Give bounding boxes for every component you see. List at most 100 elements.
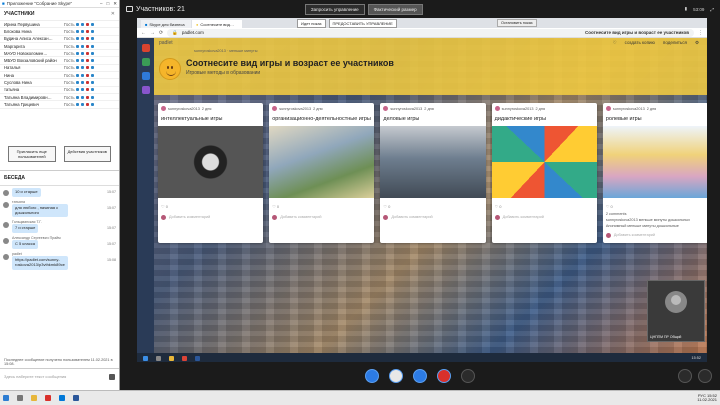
participants-button[interactable]: [698, 369, 712, 383]
add-comment[interactable]: Добавить комментарий: [380, 211, 485, 225]
like-button[interactable]: ♡ 0: [269, 202, 374, 211]
chat-compose[interactable]: Здесь наберите текст сообщения: [0, 368, 119, 384]
hang-up-button[interactable]: [437, 369, 451, 383]
participant-row[interactable]: Суслова Нина Гость: [0, 79, 119, 87]
request-control-button[interactable]: Запросить управление: [304, 3, 365, 15]
tab-padlet[interactable]: ● Соотнесите вид…: [192, 20, 242, 28]
padlet-card[interactable]: sunnyroskova2013 2 дня организационно-деят…: [269, 103, 375, 243]
like-button[interactable]: ♡ 0: [380, 202, 485, 211]
like-button[interactable]: ♡ 0: [492, 202, 597, 211]
participant-row[interactable]: Наталья Гость: [0, 65, 119, 73]
participant-row[interactable]: Блохова Нина Гость: [0, 28, 119, 36]
card-image[interactable]: [602, 125, 707, 198]
participant-row[interactable]: Нина Гость: [0, 72, 119, 80]
card-image[interactable]: [158, 125, 264, 198]
padlet-card[interactable]: sunnyroskova2013 2 дня интеллектуальные иг…: [158, 103, 264, 243]
screen-share-area: Участников: 21 Запросить управление Факт…: [120, 0, 720, 390]
collapse-icon[interactable]: ✕: [111, 11, 115, 17]
card-time: 2 дня: [646, 106, 657, 111]
add-comment[interactable]: Добавить комментарий: [492, 211, 597, 225]
participant-row[interactable]: Татьяна Грицевич Гость: [0, 101, 119, 109]
like-button[interactable]: ♡ 0: [158, 202, 263, 211]
smiley-icon: [159, 58, 181, 80]
add-comment[interactable]: Добавить комментарий: [603, 229, 707, 243]
message-time: 15:07: [107, 226, 116, 231]
window-title: Приложение "Собрание Skype": [6, 1, 73, 6]
participant-row[interactable]: Ирина Первушина Гость: [0, 21, 119, 29]
explorer-icon[interactable]: [169, 355, 174, 361]
settings-icon[interactable]: ⚙: [695, 40, 699, 46]
skype-icon[interactable]: [59, 395, 65, 401]
participant-row[interactable]: МАУО Новоколомен… Гость: [0, 50, 119, 58]
chrome-icon[interactable]: [182, 355, 187, 361]
tab-skype[interactable]: ■ Skype для бизнеса: [141, 20, 191, 28]
padlet-card[interactable]: sunnyroskova2013 2 дня дидактические игры ♡…: [491, 103, 597, 243]
padlet-card[interactable]: sunnyroskova2013 2 дня деловые игры ♡ 0 Доба…: [380, 103, 486, 243]
apps-icon[interactable]: [141, 86, 150, 94]
add-comment[interactable]: Добавить комментарий: [158, 211, 263, 225]
chat-toggle-button[interactable]: [365, 369, 379, 383]
chat-icon[interactable]: [141, 58, 150, 66]
actual-size-button[interactable]: Фактический размер: [367, 3, 423, 15]
like-board-icon[interactable]: ♡: [613, 40, 617, 46]
maximize-icon[interactable]: □: [107, 1, 110, 7]
participant-name: МБУО Вокзаловский район: [4, 58, 57, 64]
participant-row[interactable]: Татьяна Владимировн… Гость: [0, 94, 119, 102]
add-comment[interactable]: Добавить комментарий: [269, 211, 374, 225]
url-field[interactable]: 🔒 padlet.com Соотнесите вид игры и возра…: [167, 28, 694, 37]
mail-icon[interactable]: [141, 44, 150, 52]
participant-name: Татьяна Владимировн…: [4, 94, 52, 100]
calendar-icon[interactable]: [141, 72, 150, 80]
invite-users-button[interactable]: Пригласить еще пользователей: [8, 146, 56, 162]
message-time: 15:08: [107, 257, 116, 262]
participant-name: Нина: [4, 72, 15, 78]
task-view-icon[interactable]: [17, 395, 23, 401]
stop-share-button[interactable]: Остановить показ: [497, 19, 537, 27]
search-icon[interactable]: [156, 355, 161, 361]
present-button[interactable]: [413, 369, 427, 383]
share-button[interactable]: поделиться: [663, 40, 687, 46]
participant-role: Гость: [64, 80, 75, 86]
send-icon[interactable]: [109, 373, 115, 380]
card-title: организационно-деятельностные игры: [272, 116, 371, 122]
card-image[interactable]: [269, 125, 375, 198]
participant-role: Гость: [64, 101, 75, 107]
add-comment-label: Добавить комментарий: [502, 215, 544, 219]
explorer-icon[interactable]: [31, 395, 37, 401]
back-icon[interactable]: ←: [141, 30, 146, 36]
menu-icon[interactable]: ⋮: [698, 30, 703, 36]
url-domain: padlet.com: [181, 29, 204, 35]
yandex-icon[interactable]: [45, 395, 51, 401]
card-image[interactable]: [380, 125, 486, 198]
word-icon[interactable]: [195, 355, 200, 361]
give-control-button[interactable]: ПРЕДОСТАВИТЬ УПРАВЛЕНИЕ: [328, 19, 397, 28]
participant-row[interactable]: Маргарита Гость: [0, 43, 119, 51]
reload-icon[interactable]: ⟳: [159, 30, 163, 36]
video-tile[interactable]: ЦНППМ ПР Общий: [647, 280, 705, 342]
add-comment-label: Добавить комментарий: [280, 215, 322, 219]
participant-actions-button[interactable]: Действия участников: [63, 146, 111, 162]
mute-button[interactable]: [389, 369, 403, 383]
fullscreen-icon[interactable]: ⤢: [710, 7, 714, 12]
participant-role: Гость: [64, 87, 75, 93]
card-image[interactable]: [491, 125, 597, 198]
remake-button[interactable]: создать копию: [625, 40, 655, 46]
participant-row[interactable]: Будина Алиса Алексан… Гость: [0, 36, 119, 43]
word-icon[interactable]: [73, 395, 79, 401]
message-text: 7 и старше: [12, 224, 39, 234]
padlet-card[interactable]: sunnyroskova2013 2 дня ролевые игры ♡ 02 co…: [602, 103, 707, 243]
message-text: 10 и старше: [12, 188, 41, 197]
windows-start-icon[interactable]: [143, 355, 148, 361]
participant-row[interactable]: МБУО Вокзаловский район Гость: [0, 57, 119, 65]
chat-input[interactable]: Здесь наберите текст сообщения: [4, 374, 66, 379]
participants-icon[interactable]: [126, 6, 133, 12]
windows-start-icon[interactable]: [3, 395, 9, 401]
minimize-icon[interactable]: –: [100, 1, 103, 7]
forward-icon[interactable]: →: [150, 30, 155, 36]
like-button[interactable]: ♡ 0: [603, 202, 707, 211]
participant-row[interactable]: татьяна Гость: [0, 87, 119, 94]
more-options-button[interactable]: [461, 369, 475, 383]
close-icon[interactable]: ✕: [113, 1, 117, 7]
share-icon: [91, 29, 94, 33]
device-settings-button[interactable]: [678, 369, 692, 383]
